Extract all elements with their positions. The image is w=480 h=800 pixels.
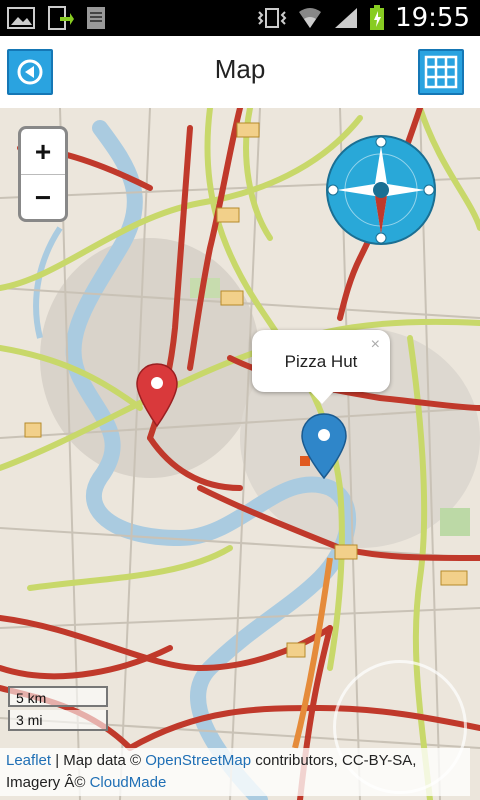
notification-icons: [6, 5, 108, 31]
download-icon: [48, 6, 74, 30]
system-icons: 19:55: [257, 4, 470, 32]
compass-icon[interactable]: [325, 134, 437, 246]
location-marker-blue[interactable]: [300, 412, 348, 480]
scale-km: 5 km: [8, 686, 108, 707]
vibrate-icon: [257, 8, 287, 28]
zoom-control: + −: [18, 126, 68, 222]
grid-menu-button[interactable]: [418, 49, 464, 95]
marker-popup[interactable]: Pizza Hut ×: [252, 330, 390, 404]
popup-tip: [310, 391, 334, 404]
attribution-text-2: contributors, CC-BY-SA,: [251, 752, 417, 769]
map-view[interactable]: + − Pizza Hut × 5 km 3 mi Leaflet | Map …: [0, 108, 480, 800]
map-attribution: Leaflet | Map data © OpenStreetMap contr…: [0, 748, 470, 796]
attribution-text: | Map data ©: [51, 752, 146, 769]
app-bar: Map: [0, 36, 480, 109]
location-marker-red[interactable]: [135, 362, 179, 428]
document-icon: [87, 7, 105, 29]
status-bar: 19:55: [0, 0, 480, 36]
popup-title: Pizza Hut: [284, 352, 358, 371]
scale-bar: 5 km 3 mi: [8, 686, 108, 731]
popup-close-button[interactable]: ×: [371, 336, 380, 354]
gallery-icon: [7, 7, 35, 29]
clock: 19:55: [395, 3, 470, 33]
zoom-in-button[interactable]: +: [21, 129, 65, 174]
wifi-icon: [299, 8, 322, 28]
leaflet-link[interactable]: Leaflet: [6, 752, 51, 769]
page-title: Map: [214, 54, 266, 84]
cloudmade-link[interactable]: CloudMade: [90, 774, 167, 791]
openstreetmap-link[interactable]: OpenStreetMap: [145, 752, 251, 769]
zoom-out-button[interactable]: −: [21, 174, 65, 220]
scale-mi: 3 mi: [8, 710, 108, 731]
grid-icon: [424, 55, 458, 89]
park-area: [440, 508, 470, 536]
battery-icon: [370, 5, 385, 30]
imagery-text: Imagery Â©: [6, 774, 90, 791]
signal-icon: [335, 8, 358, 28]
